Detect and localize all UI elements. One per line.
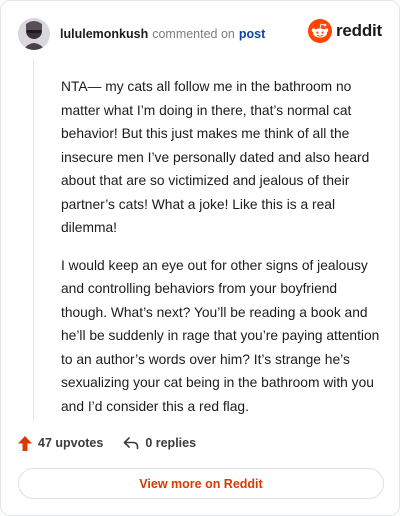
comment-body: NTA— my cats all follow me in the bathro… (61, 75, 383, 432)
reddit-brand[interactable]: reddit (307, 19, 382, 43)
comment-paragraph: I would keep an eye out for other signs … (61, 257, 380, 414)
thread-line (33, 59, 34, 421)
post-link[interactable]: post (239, 27, 265, 41)
user-avatar[interactable] (18, 18, 50, 50)
comment-paragraph: NTA— my cats all follow me in the bathro… (61, 79, 370, 235)
upvote-count: 47 upvotes (38, 436, 104, 450)
upvote-arrow-icon (18, 435, 32, 451)
embedded-comment-card: lululemonkush commented on post reddit N… (0, 0, 400, 516)
reddit-snoo-icon (307, 19, 332, 43)
upvote-button[interactable]: 47 upvotes (18, 435, 104, 451)
reddit-wordmark: reddit (335, 21, 382, 40)
view-more-button[interactable]: View more on Reddit (18, 468, 384, 499)
comment-actions: 47 upvotes 0 replies (18, 432, 196, 454)
reply-count: 0 replies (145, 436, 197, 450)
reply-arrow-icon (124, 437, 139, 450)
action-text: commented on (152, 27, 235, 41)
comment-meta: lululemonkush commented on post (60, 27, 265, 41)
username-link[interactable]: lululemonkush (60, 27, 148, 41)
avatar-image (18, 18, 50, 50)
reply-button[interactable]: 0 replies (123, 436, 196, 450)
